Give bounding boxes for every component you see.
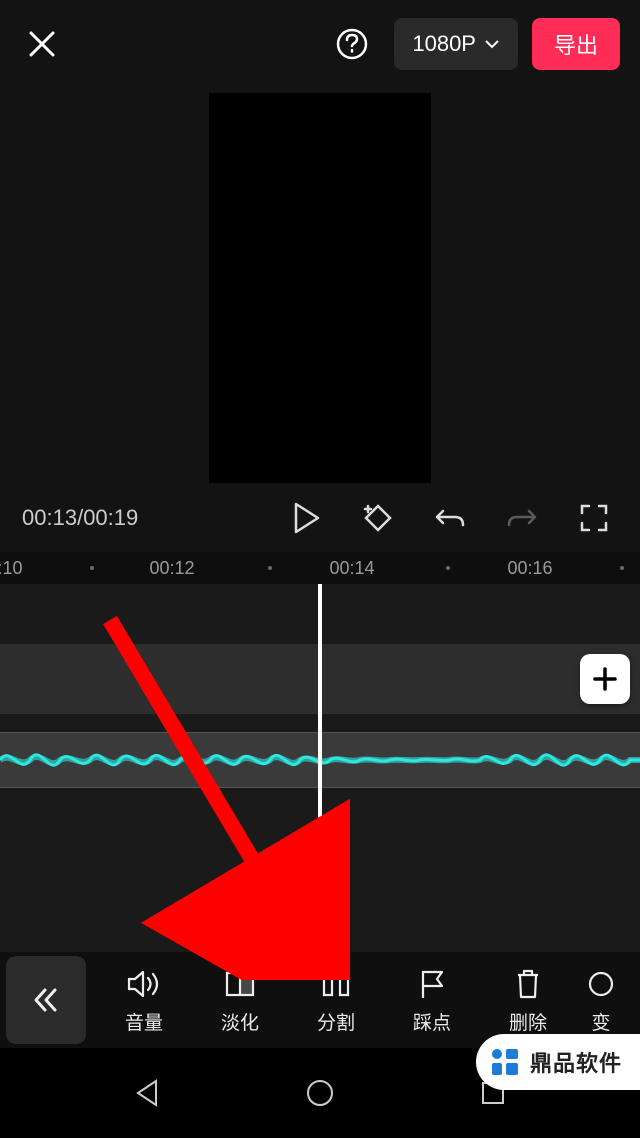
- tool-volume[interactable]: 音量: [96, 956, 192, 1044]
- ruler-dot: [620, 566, 624, 570]
- split-icon: [320, 969, 352, 999]
- watermark-logo-icon: [488, 1045, 522, 1079]
- timecode: 00:13/00:19: [22, 505, 138, 531]
- timeline-ruler[interactable]: 0:10 00:12 00:14 00:16: [0, 552, 640, 584]
- redo-button[interactable]: [498, 494, 546, 542]
- plus-icon: [591, 665, 619, 693]
- add-clip-button[interactable]: [580, 654, 630, 704]
- playhead[interactable]: [318, 584, 322, 952]
- close-button[interactable]: [20, 22, 64, 66]
- help-icon: [335, 27, 369, 61]
- tool-fade[interactable]: 淡化: [192, 956, 288, 1044]
- fullscreen-button[interactable]: [570, 494, 618, 542]
- ruler-dot: [268, 566, 272, 570]
- trash-icon: [514, 968, 542, 1000]
- nav-back-icon: [134, 1078, 160, 1108]
- preview-area[interactable]: [0, 88, 640, 488]
- help-button[interactable]: [330, 22, 374, 66]
- fade-icon: [224, 969, 256, 999]
- nav-home-icon: [304, 1077, 336, 1109]
- close-icon: [27, 29, 57, 59]
- tool-label: 淡化: [221, 1008, 259, 1035]
- collapse-tools-button[interactable]: [6, 956, 86, 1044]
- watermark-badge: 鼎品软件: [476, 1034, 640, 1090]
- tool-label: 踩点: [413, 1008, 451, 1035]
- tool-beat[interactable]: 踩点: [384, 956, 480, 1044]
- resolution-label: 1080P: [412, 31, 476, 57]
- keyframe-add-icon: [360, 500, 396, 536]
- export-label: 导出: [554, 28, 598, 60]
- tool-transform[interactable]: 变: [576, 956, 626, 1044]
- ruler-tick: 00:16: [507, 558, 552, 579]
- tool-split[interactable]: 分割: [288, 956, 384, 1044]
- fullscreen-icon: [579, 503, 609, 533]
- undo-button[interactable]: [426, 494, 474, 542]
- android-home-button[interactable]: [290, 1063, 350, 1123]
- flag-icon: [418, 968, 446, 1000]
- chevron-down-icon: [484, 39, 500, 49]
- tool-label: 分割: [317, 1008, 355, 1035]
- tool-label: 音量: [125, 1008, 163, 1035]
- tool-delete[interactable]: 删除: [480, 956, 576, 1044]
- timeline-tracks[interactable]: [0, 584, 640, 952]
- export-button[interactable]: 导出: [532, 18, 620, 70]
- volume-icon: [127, 969, 161, 999]
- ruler-tick: 00:12: [149, 558, 194, 579]
- tool-label: 删除: [509, 1008, 547, 1035]
- android-back-button[interactable]: [117, 1063, 177, 1123]
- undo-icon: [433, 503, 467, 533]
- chevron-double-left-icon: [31, 985, 61, 1015]
- current-time: 00:13: [22, 505, 77, 530]
- tool-label: 变: [591, 1008, 610, 1035]
- total-time: 00:19: [83, 505, 138, 530]
- keyframe-button[interactable]: [354, 494, 402, 542]
- redo-icon: [505, 503, 539, 533]
- play-button[interactable]: [282, 494, 330, 542]
- resolution-dropdown[interactable]: 1080P: [394, 18, 518, 70]
- circle-icon: [586, 969, 616, 999]
- ruler-dot: [90, 566, 94, 570]
- ruler-tick: 0:10: [0, 558, 23, 579]
- ruler-tick: 00:14: [329, 558, 374, 579]
- ruler-dot: [446, 566, 450, 570]
- play-icon: [292, 502, 320, 534]
- preview-frame: [209, 93, 431, 483]
- watermark-text: 鼎品软件: [530, 1046, 622, 1078]
